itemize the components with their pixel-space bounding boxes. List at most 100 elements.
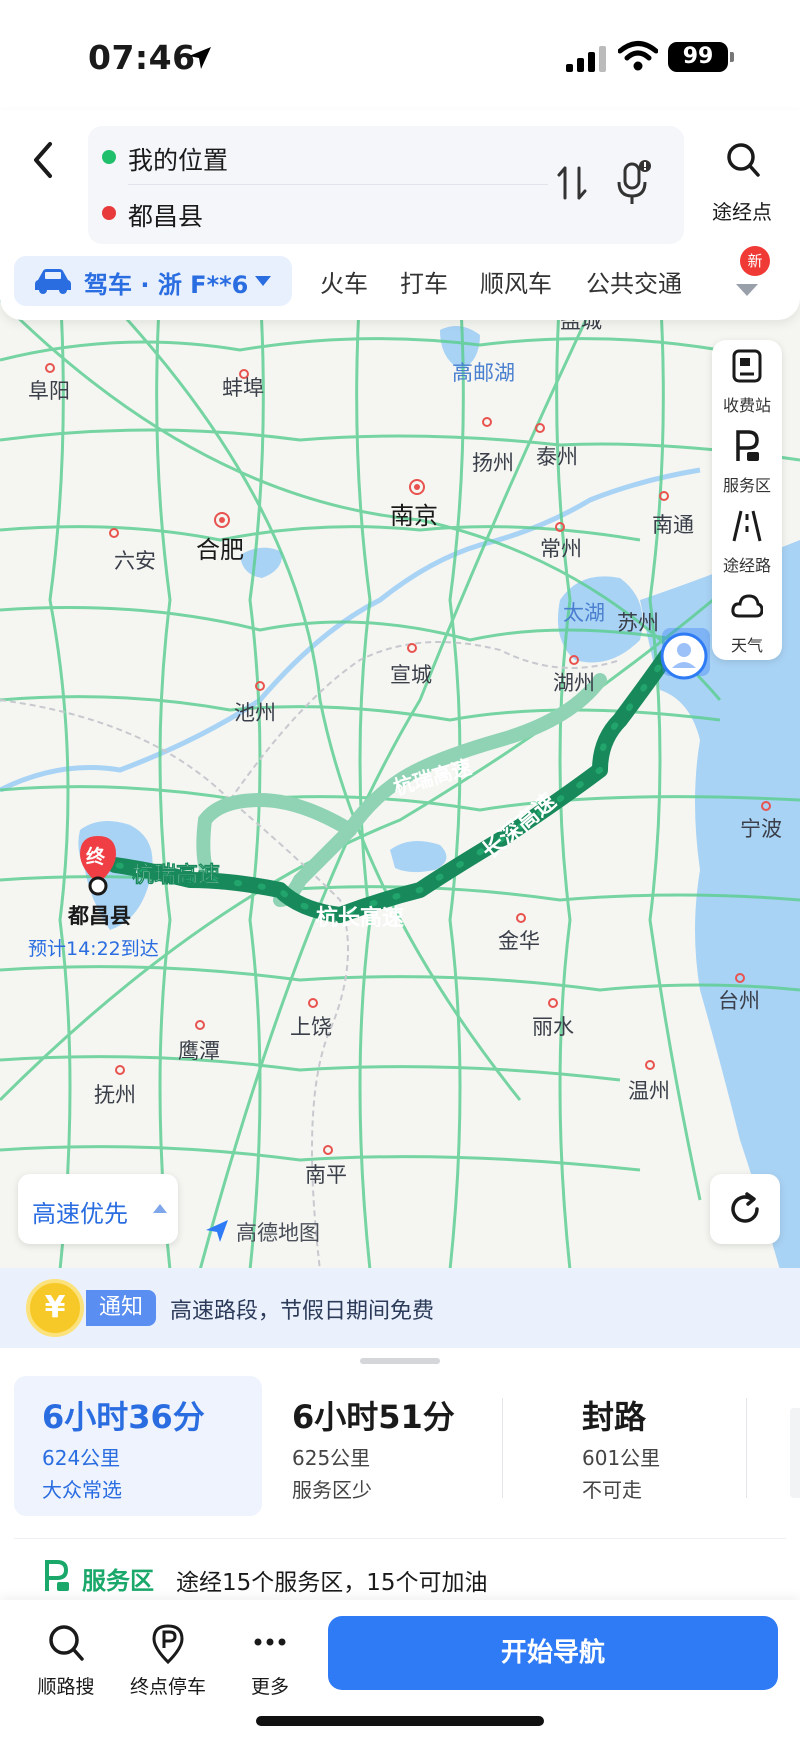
city-label: 南京 [390, 502, 438, 530]
route-option-3[interactable]: 封路 601公里 不可走 [554, 1376, 744, 1516]
route-preference-button[interactable]: 高速优先 [18, 1174, 178, 1244]
bottom-action-bar: 顺路搜 终点停车 更多 开始导航 [0, 1600, 800, 1738]
route-label-hangrui-west: 杭瑞高速 [132, 862, 220, 888]
city-label: 鹰潭 [178, 1039, 220, 1063]
start-navigation-button[interactable]: 开始导航 [328, 1616, 778, 1690]
wifi-icon [618, 41, 658, 71]
via-road-button[interactable]: 途经路 [712, 500, 782, 580]
route-option-divider [502, 1398, 503, 1498]
notice-tag: 通知 [86, 1290, 156, 1326]
refresh-route-button[interactable] [710, 1174, 780, 1244]
route-tag: 大众常选 [42, 1478, 122, 1502]
route-label-hangchang: 杭长高速 [316, 905, 404, 931]
route-tag: 不可走 [582, 1478, 642, 1502]
qiandao-lake [390, 841, 447, 873]
mode-tab-taxi[interactable]: 打车 [400, 264, 448, 299]
cellular-signal-icon [566, 46, 606, 72]
route-options-panel: 6小时36分 624公里 大众常选 6小时51分 625公里 服务区少 封路 6… [0, 1348, 800, 1738]
notice-banner[interactable]: ¥ 通知 高速路段，节假日期间免费 [0, 1268, 800, 1348]
destination-parking-label: 终点停车 [129, 1676, 206, 1698]
service-area-summary[interactable]: 服务区 途经15个服务区，15个可加油 [14, 1538, 786, 1608]
route-option-2[interactable]: 6小时51分 625公里 服务区少 [264, 1376, 504, 1516]
city-label: 丽水 [532, 1015, 574, 1039]
route-duration: 6小时36分 [42, 1398, 205, 1436]
route-option-4-peek[interactable] [790, 1408, 800, 1498]
weather-button[interactable]: 天气 [712, 580, 782, 660]
service-area-icon [45, 1560, 69, 1591]
status-time: 07:46 [88, 38, 196, 77]
destination-dot-icon [102, 206, 116, 220]
swap-arrows-icon[interactable] [550, 158, 594, 208]
route-tag: 服务区少 [292, 1478, 372, 1502]
destination-field[interactable]: 都昌县 [88, 186, 548, 240]
city-label: 池州 [234, 701, 276, 725]
city-label: 南通 [652, 513, 694, 537]
city-label: 湖州 [553, 671, 595, 695]
service-area-button[interactable]: 服务区 [712, 420, 782, 500]
origin-field[interactable]: 我的位置 [88, 130, 548, 184]
search-along-route-button[interactable]: 顺路搜 [16, 1622, 116, 1702]
city-label: 金华 [498, 929, 540, 953]
chaohu-lake [240, 547, 283, 578]
battery-cap [730, 52, 734, 62]
route-option-divider [746, 1398, 747, 1498]
refresh-icon [731, 1192, 759, 1223]
route-distance: 624公里 [42, 1446, 121, 1470]
more-label: 更多 [250, 1676, 289, 1698]
service-area-label: 服务区 [82, 1567, 154, 1595]
city-label: 南平 [305, 1163, 347, 1187]
map-canvas[interactable]: 盐城 阜阳 蚌埠 高邮湖 扬州 泰州 南京 合肥 南通 六安 常州 太湖 苏州 … [0, 290, 800, 1270]
mode-tab-drive[interactable]: 驾车 · 浙 F**6 [14, 256, 292, 306]
location-arrow-icon [189, 47, 211, 69]
weather-label: 天气 [730, 636, 763, 655]
city-label: 阜阳 [28, 379, 70, 403]
alternate-route-line-2[interactable] [196, 792, 357, 887]
new-badge: 新 [740, 246, 770, 276]
eta-label: 预计14:22到达 [28, 938, 159, 960]
more-button[interactable]: 更多 [220, 1622, 320, 1702]
route-duration: 封路 [582, 1398, 647, 1436]
search-icon [49, 1625, 84, 1661]
back-button[interactable] [24, 130, 64, 190]
add-waypoint-button[interactable]: 途经点 [700, 140, 784, 226]
origin-location-avatar[interactable] [660, 628, 710, 680]
city-label: 常州 [540, 537, 582, 561]
caret-down-icon [255, 276, 271, 286]
notice-text: 高速路段，节假日期间免费 [170, 1299, 435, 1324]
route-header: 我的位置 都昌县 途经点 驾车 · 浙 F**6 火车 打车 顺风车 公共交通 … [0, 110, 800, 320]
mode-tab-carpool[interactable]: 顺风车 [480, 264, 552, 299]
route-input-box: 我的位置 都昌县 [88, 126, 684, 244]
brand-text: 高德地图 [236, 1221, 320, 1245]
city-label: 太湖 [563, 601, 605, 625]
map-tools-panel: 收费站 服务区 途经路 天气 [712, 340, 782, 660]
route-label-changshen: 长深高速 [477, 788, 561, 864]
service-area-icon [736, 430, 759, 461]
city-label: 温州 [628, 1079, 670, 1103]
transport-mode-bar: 驾车 · 浙 F**6 火车 打车 顺风车 公共交通 新 [0, 246, 800, 314]
route-divider [128, 184, 548, 185]
city-label: 苏州 [617, 611, 659, 635]
route-distance: 625公里 [292, 1446, 371, 1470]
drag-handle[interactable] [360, 1358, 440, 1364]
route-option-1[interactable]: 6小时36分 624公里 大众常选 [14, 1376, 262, 1516]
road-icon [732, 510, 762, 542]
mode-tab-transit[interactable]: 公共交通 [586, 264, 682, 299]
mode-tab-train[interactable]: 火车 [320, 264, 368, 299]
route-distance: 601公里 [582, 1446, 661, 1470]
service-area-label: 服务区 [722, 476, 771, 495]
toll-station-icon [732, 349, 762, 383]
status-bar: 07:46 99 [0, 0, 800, 110]
city-label: 台州 [718, 989, 760, 1013]
waypoint-label: 途经点 [712, 200, 772, 224]
weather-icon [731, 594, 763, 618]
search-along-route-label: 顺路搜 [37, 1676, 95, 1698]
destination-parking-button[interactable]: 终点停车 [118, 1622, 218, 1702]
map-view[interactable]: 盐城 阜阳 蚌埠 高邮湖 扬州 泰州 南京 合肥 南通 六安 常州 太湖 苏州 … [0, 290, 800, 1270]
toll-station-button[interactable]: 收费站 [712, 340, 782, 420]
destination-text: 都昌县 [128, 202, 204, 231]
search-icon [727, 143, 760, 177]
microphone-icon[interactable] [610, 154, 656, 210]
route-preference-label: 高速优先 [32, 1200, 128, 1228]
city-label: 蚌埠 [222, 376, 264, 400]
city-label: 抚州 [94, 1083, 136, 1107]
